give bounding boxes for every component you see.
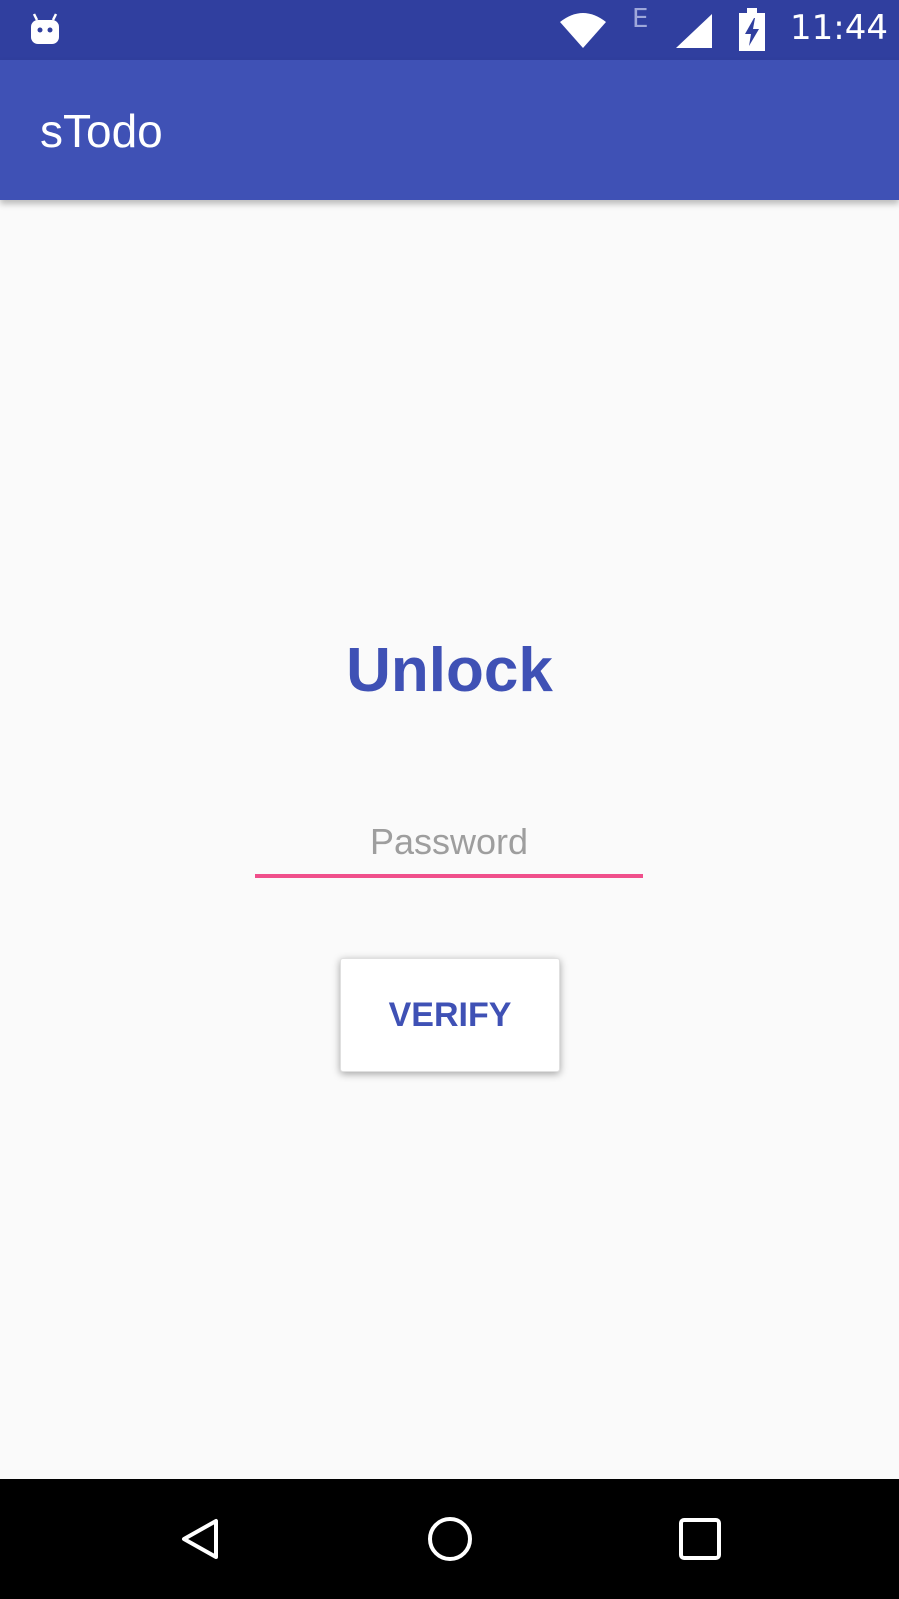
verify-button[interactable]: VERIFY [340, 958, 560, 1072]
unlock-screen: E 11:44 sTodo Unlock VERIFY [0, 0, 899, 1599]
android-debug-icon [31, 13, 59, 44]
wifi-icon [560, 13, 606, 48]
status-bar: E 11:44 [0, 0, 899, 60]
status-time: 11:44 [790, 8, 888, 48]
home-button[interactable] [420, 1509, 480, 1569]
signal-icon [676, 14, 712, 48]
navigation-bar [0, 1479, 899, 1599]
recents-icon [679, 1518, 721, 1560]
network-type-label: E [632, 4, 649, 34]
back-icon [182, 1519, 218, 1559]
password-field-container [255, 810, 643, 880]
unlock-title: Unlock [346, 636, 553, 705]
battery-charging-icon [739, 8, 765, 51]
password-input[interactable] [255, 810, 643, 878]
home-icon [428, 1517, 472, 1561]
back-button[interactable] [170, 1509, 230, 1569]
app-title: sTodo [40, 105, 163, 157]
app-bar: sTodo [0, 60, 899, 200]
recents-button[interactable] [670, 1509, 730, 1569]
